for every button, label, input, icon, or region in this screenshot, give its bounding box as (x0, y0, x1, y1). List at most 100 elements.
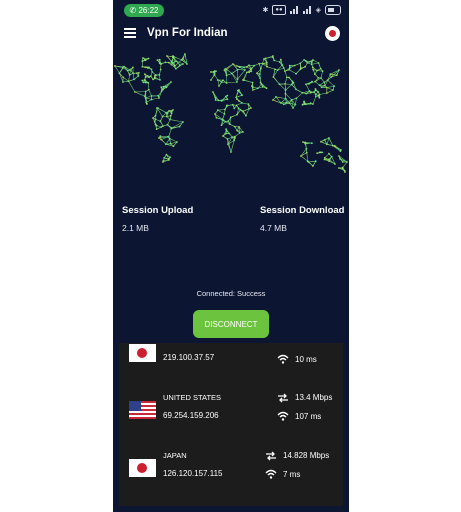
map-mesh-line (217, 109, 225, 115)
map-mesh-node (244, 69, 246, 71)
map-mesh-node (216, 79, 219, 81)
map-mesh-line (132, 73, 135, 80)
session-download-value: 4.7 MB (260, 223, 287, 233)
map-mesh-node (164, 61, 167, 64)
map-mesh-node (214, 99, 217, 101)
map-mesh-node (156, 107, 158, 109)
map-mesh-line (279, 83, 286, 91)
map-mesh-node (274, 68, 276, 71)
map-mesh-node (144, 66, 147, 69)
map-mesh-node (236, 98, 238, 100)
map-mesh-node (157, 94, 160, 97)
map-mesh-node (250, 67, 253, 70)
map-mesh-node (312, 165, 314, 167)
map-mesh-node (145, 81, 147, 84)
server-list[interactable]: 219.100.37.57 10 ms UNITED STATES 69.254… (119, 343, 343, 506)
server-row-2[interactable]: UNITED STATES 69.254.159.206 13.4 Mbps 1… (119, 391, 343, 441)
map-mesh-node (278, 61, 281, 63)
phone-screen: ✆ 26:22 ✱ ●● ◈ Vpn For Indian Session Up… (113, 0, 349, 512)
map-mesh-line (161, 139, 167, 145)
map-mesh-line (157, 107, 167, 113)
map-mesh-node (300, 67, 303, 70)
japan-flag-icon (129, 344, 156, 362)
map-mesh-node (136, 72, 138, 75)
map-mesh-node (284, 83, 286, 85)
map-mesh-node (338, 167, 340, 169)
map-mesh-node (293, 64, 296, 67)
map-mesh-node (217, 109, 219, 112)
map-mesh-node (234, 135, 236, 138)
map-mesh-line (217, 79, 220, 87)
hamburger-menu-icon[interactable] (124, 28, 136, 38)
server-row-3[interactable]: JAPAN 126.120.157.115 14.828 Mbps 7 ms (119, 449, 343, 499)
map-mesh-node (180, 59, 183, 61)
map-mesh-line (225, 63, 234, 70)
map-mesh-node (225, 129, 228, 132)
map-mesh-node (282, 67, 285, 69)
map-mesh-node (338, 69, 340, 71)
map-mesh-node (233, 139, 236, 142)
map-mesh-node (225, 82, 228, 84)
map-mesh-node (150, 98, 153, 101)
map-mesh-node (169, 142, 172, 145)
map-mesh-node (248, 71, 251, 74)
transfer-arrows-icon (278, 393, 288, 403)
map-mesh-line (230, 114, 238, 118)
map-mesh-node (235, 96, 238, 99)
map-mesh-line (328, 137, 334, 146)
map-mesh-node (303, 59, 306, 61)
session-download-label: Session Download (260, 205, 345, 216)
map-mesh-node (228, 132, 231, 135)
map-mesh-line (165, 138, 170, 145)
map-mesh-node (158, 97, 160, 99)
map-mesh-node (318, 96, 321, 99)
map-mesh-node (224, 120, 227, 123)
map-mesh-node (170, 81, 172, 83)
map-mesh-node (328, 158, 330, 161)
map-mesh-line (300, 148, 307, 157)
map-mesh-node (212, 91, 214, 93)
server-row-1[interactable]: 219.100.37.57 10 ms (119, 343, 343, 391)
map-mesh-line (300, 155, 308, 162)
map-mesh-node (220, 81, 223, 83)
map-mesh-line (170, 119, 184, 123)
map-mesh-node (186, 63, 188, 65)
map-mesh-node (142, 57, 144, 59)
map-mesh-line (231, 69, 238, 74)
map-mesh-node (272, 99, 274, 101)
map-mesh-node (309, 102, 312, 105)
map-mesh-line (293, 82, 297, 90)
map-mesh-node (166, 55, 168, 57)
map-mesh-node (132, 72, 135, 75)
map-mesh-node (311, 142, 313, 144)
phone-icon: ✆ (129, 6, 137, 15)
map-mesh-node (132, 66, 134, 69)
map-mesh-node (326, 143, 328, 146)
map-mesh-node (166, 115, 168, 118)
map-mesh-node (245, 114, 247, 117)
map-mesh-node (134, 91, 136, 93)
map-mesh-node (168, 137, 171, 140)
map-mesh-node (310, 63, 313, 66)
map-mesh-node (141, 79, 144, 82)
map-mesh-node (323, 156, 326, 159)
map-mesh-line (134, 91, 146, 93)
map-mesh-node (214, 113, 216, 115)
map-mesh-line (312, 59, 319, 64)
map-mesh-node (320, 140, 322, 143)
map-mesh-node (160, 138, 163, 141)
japan-flag-icon[interactable] (325, 26, 340, 41)
map-mesh-node (172, 109, 174, 111)
wifi-icon (277, 411, 289, 421)
call-time-pill[interactable]: ✆ 26:22 (124, 4, 164, 17)
disconnect-button[interactable]: DISCONNECT (193, 310, 269, 338)
map-mesh-node (127, 80, 130, 83)
signal-icon (289, 6, 299, 14)
map-mesh-node (210, 71, 212, 73)
map-mesh-node (306, 61, 309, 63)
usa-flag-icon (129, 401, 156, 419)
map-mesh-node (341, 161, 344, 163)
map-mesh-node (315, 95, 317, 98)
map-mesh-node (317, 91, 320, 93)
map-mesh-node (167, 135, 169, 138)
